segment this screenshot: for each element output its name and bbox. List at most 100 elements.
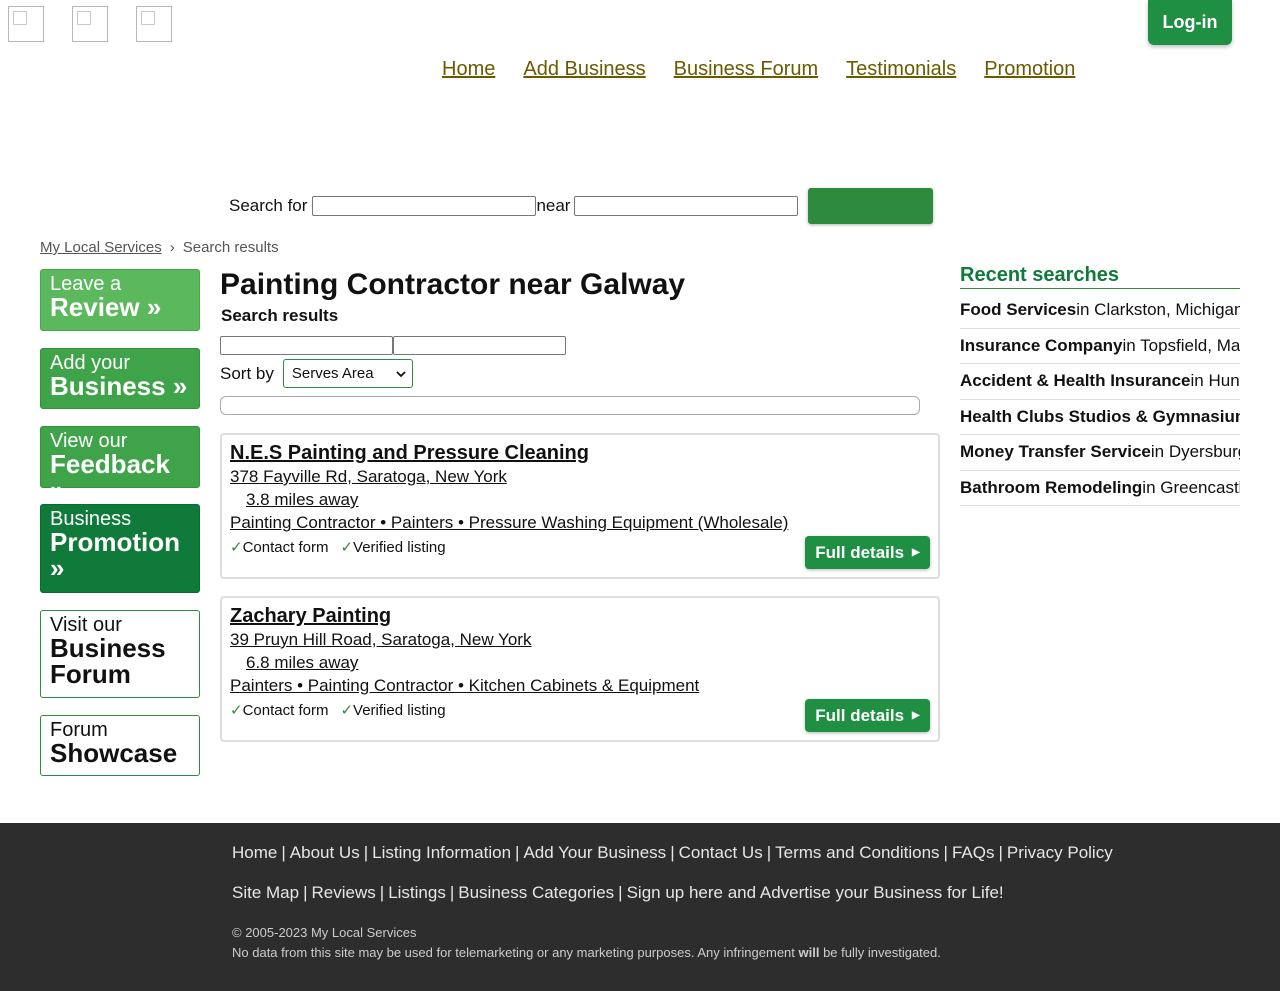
promo-small-text: Leave a [50,273,122,295]
business-promotion-promo[interactable]: Business Promotion » [40,504,200,593]
forum-showcase-promo[interactable]: Forum Showcase [40,715,200,776]
footer-categories-link[interactable]: Business Categories [458,883,614,902]
view-feedback-promo[interactable]: View our Feedback » [40,426,200,503]
disclaimer-text: No data from this site may be used for t… [232,943,941,963]
recent-searches: Recent searches Food Services in Clarksto… [960,264,1240,506]
business-forum-promo[interactable]: Visit our Business Forum [40,610,200,698]
footer-separator: | [303,883,308,902]
filter-inputs [220,336,566,355]
button-label: Full details [815,542,905,562]
recent-search-where: in Greencastle [1142,477,1240,497]
footer-listing-info-link[interactable]: Listing Information [372,843,511,862]
listing-name-link[interactable]: N.E.S Painting and Pressure Cleaning [230,442,930,465]
footer-separator: | [449,883,455,902]
recent-search-item[interactable]: Bathroom Remodelingin Greencastle [960,471,1240,506]
logo-icon-3[interactable] [136,6,172,42]
footer-add-business-link[interactable]: Add Your Business [523,843,666,862]
logo-icon-2[interactable] [72,6,108,42]
footer-privacy-link[interactable]: Privacy Policy [1007,843,1113,862]
full-details-button[interactable]: Full details ▶ [805,699,930,732]
footer-signup-link[interactable]: Sign up here and Advertise your Business… [627,883,1004,902]
check-icon: ✓ [230,539,243,556]
filter-input-2[interactable] [393,336,566,355]
search-query-input[interactable] [312,196,537,216]
disclaimer-part: No data from this site may be used for t… [232,945,799,960]
listing-name-link[interactable]: Zachary Painting [230,605,930,628]
promo-big-text: Review » [50,292,162,322]
nav-add-business-link[interactable]: Add Business [523,58,645,81]
listing-distance-link[interactable]: 6.8 miles away [246,653,930,673]
recent-search-item[interactable]: Health Clubs Studios & Gymnasiums [960,400,1240,435]
nav-testimonials-link[interactable]: Testimonials [846,58,956,81]
nav-promotion-link[interactable]: Promotion [984,58,1075,81]
footer: Home | About Us | Listing Information | Add Yo… [0,823,1280,991]
footer-separator: | [618,883,623,902]
footer-terms-link[interactable]: Terms and Conditions [775,843,939,862]
promo-small-text: Add your [50,352,131,374]
breadcrumb-current: Search results [182,239,279,256]
search-button[interactable] [808,188,934,224]
top-nav: Home Add Business Business Forum Testimo… [442,58,1075,81]
button-label: Full details [815,705,905,725]
check-icon: ✓ [230,702,243,719]
check-icon: ✓ [340,539,354,556]
add-business-promo[interactable]: Add your Business » [40,348,200,409]
footer-home-link[interactable]: Home [232,843,277,862]
promo-small-text: Visit our [50,614,122,636]
footer-contact-link[interactable]: Contact Us [679,843,763,862]
footer-separator: | [363,843,369,862]
triangle-right-icon: ▶ [912,547,920,558]
logo-icon-1[interactable] [8,6,44,42]
sort-select[interactable]: Serves Area [282,359,413,388]
breadcrumb: My Local Services › Search results [40,239,279,256]
promo-small-text: Business [50,508,132,530]
feature-verified-listing: ✓Verified listing [340,701,445,719]
recent-search-what: Money Transfer Service [960,442,1151,462]
footer-about-link[interactable]: About Us [290,843,360,862]
footer-faqs-link[interactable]: FAQs [952,843,995,862]
recent-search-what: Health Clubs Studios & Gymnasiums [960,406,1240,426]
disclaimer-bold: will [798,945,820,960]
footer-separator: | [515,843,520,862]
footer-sitemap-link[interactable]: Site Map [232,883,299,902]
recent-search-what: Insurance Company [960,335,1123,355]
footer-listings-link[interactable]: Listings [388,883,446,902]
recent-search-item[interactable]: Accident & Health Insurancein Huntington [960,364,1240,400]
results-subtitle: Search results [221,306,339,325]
recent-search-item[interactable]: Money Transfer Service in Dyersburg [960,435,1240,471]
chevron-down-icon [396,365,406,382]
footer-reviews-link[interactable]: Reviews [312,883,376,902]
feature-label: Verified listing [353,702,446,719]
promo-big-text: Business » [50,371,188,401]
footer-links-row-1: Home | About Us | Listing Information | Add Yo… [232,843,1113,863]
breadcrumb-home-link[interactable]: My Local Services [40,239,162,256]
recent-search-where: in Huntington [1190,371,1240,391]
nav-home-link[interactable]: Home [442,58,495,81]
search-location-input[interactable] [574,196,799,216]
feature-label: Contact form [242,539,329,556]
listing-address-link[interactable]: 39 Pruyn Hill Road, Saratoga, New York [230,630,930,650]
listing-categories-link[interactable]: Painters • Painting Contractor • Kitchen… [230,676,930,696]
recent-search-item[interactable]: Food Services in Clarkston, Michigan [960,293,1240,329]
nav-business-forum-link[interactable]: Business Forum [674,58,819,81]
feature-label: Verified listing [353,539,446,556]
full-details-button[interactable]: Full details ▶ [805,536,930,569]
listing-categories-link[interactable]: Painting Contractor • Painters • Pressur… [230,513,930,533]
sort-row: Sort by Serves Area [220,359,413,388]
leave-review-promo[interactable]: Leave a Review » [40,269,200,331]
near-label: near [536,196,571,215]
recent-search-what: Food Services [960,300,1077,320]
recent-search-what: Bathroom Remodeling [960,477,1143,497]
disclaimer-part: be fully investigated. [819,945,941,960]
footer-separator: | [379,883,385,902]
sort-label: Sort by [220,363,274,383]
filter-input-1[interactable] [220,336,393,355]
listing-distance-link[interactable]: 3.8 miles away [246,490,930,510]
footer-separator: | [281,843,286,862]
listing-address-link[interactable]: 378 Fayville Rd, Saratoga, New York [230,467,930,487]
recent-search-item[interactable]: Insurance Companyin Topsfield, Massachus… [960,329,1240,364]
feature-contact-form: ✓Contact form [230,538,328,556]
recent-search-where: in Clarkston, Michigan [1076,300,1240,320]
footer-links-row-2: Site Map | Reviews | Listings | Business Categ… [232,883,1004,903]
login-button[interactable]: Log-in [1148,0,1232,45]
